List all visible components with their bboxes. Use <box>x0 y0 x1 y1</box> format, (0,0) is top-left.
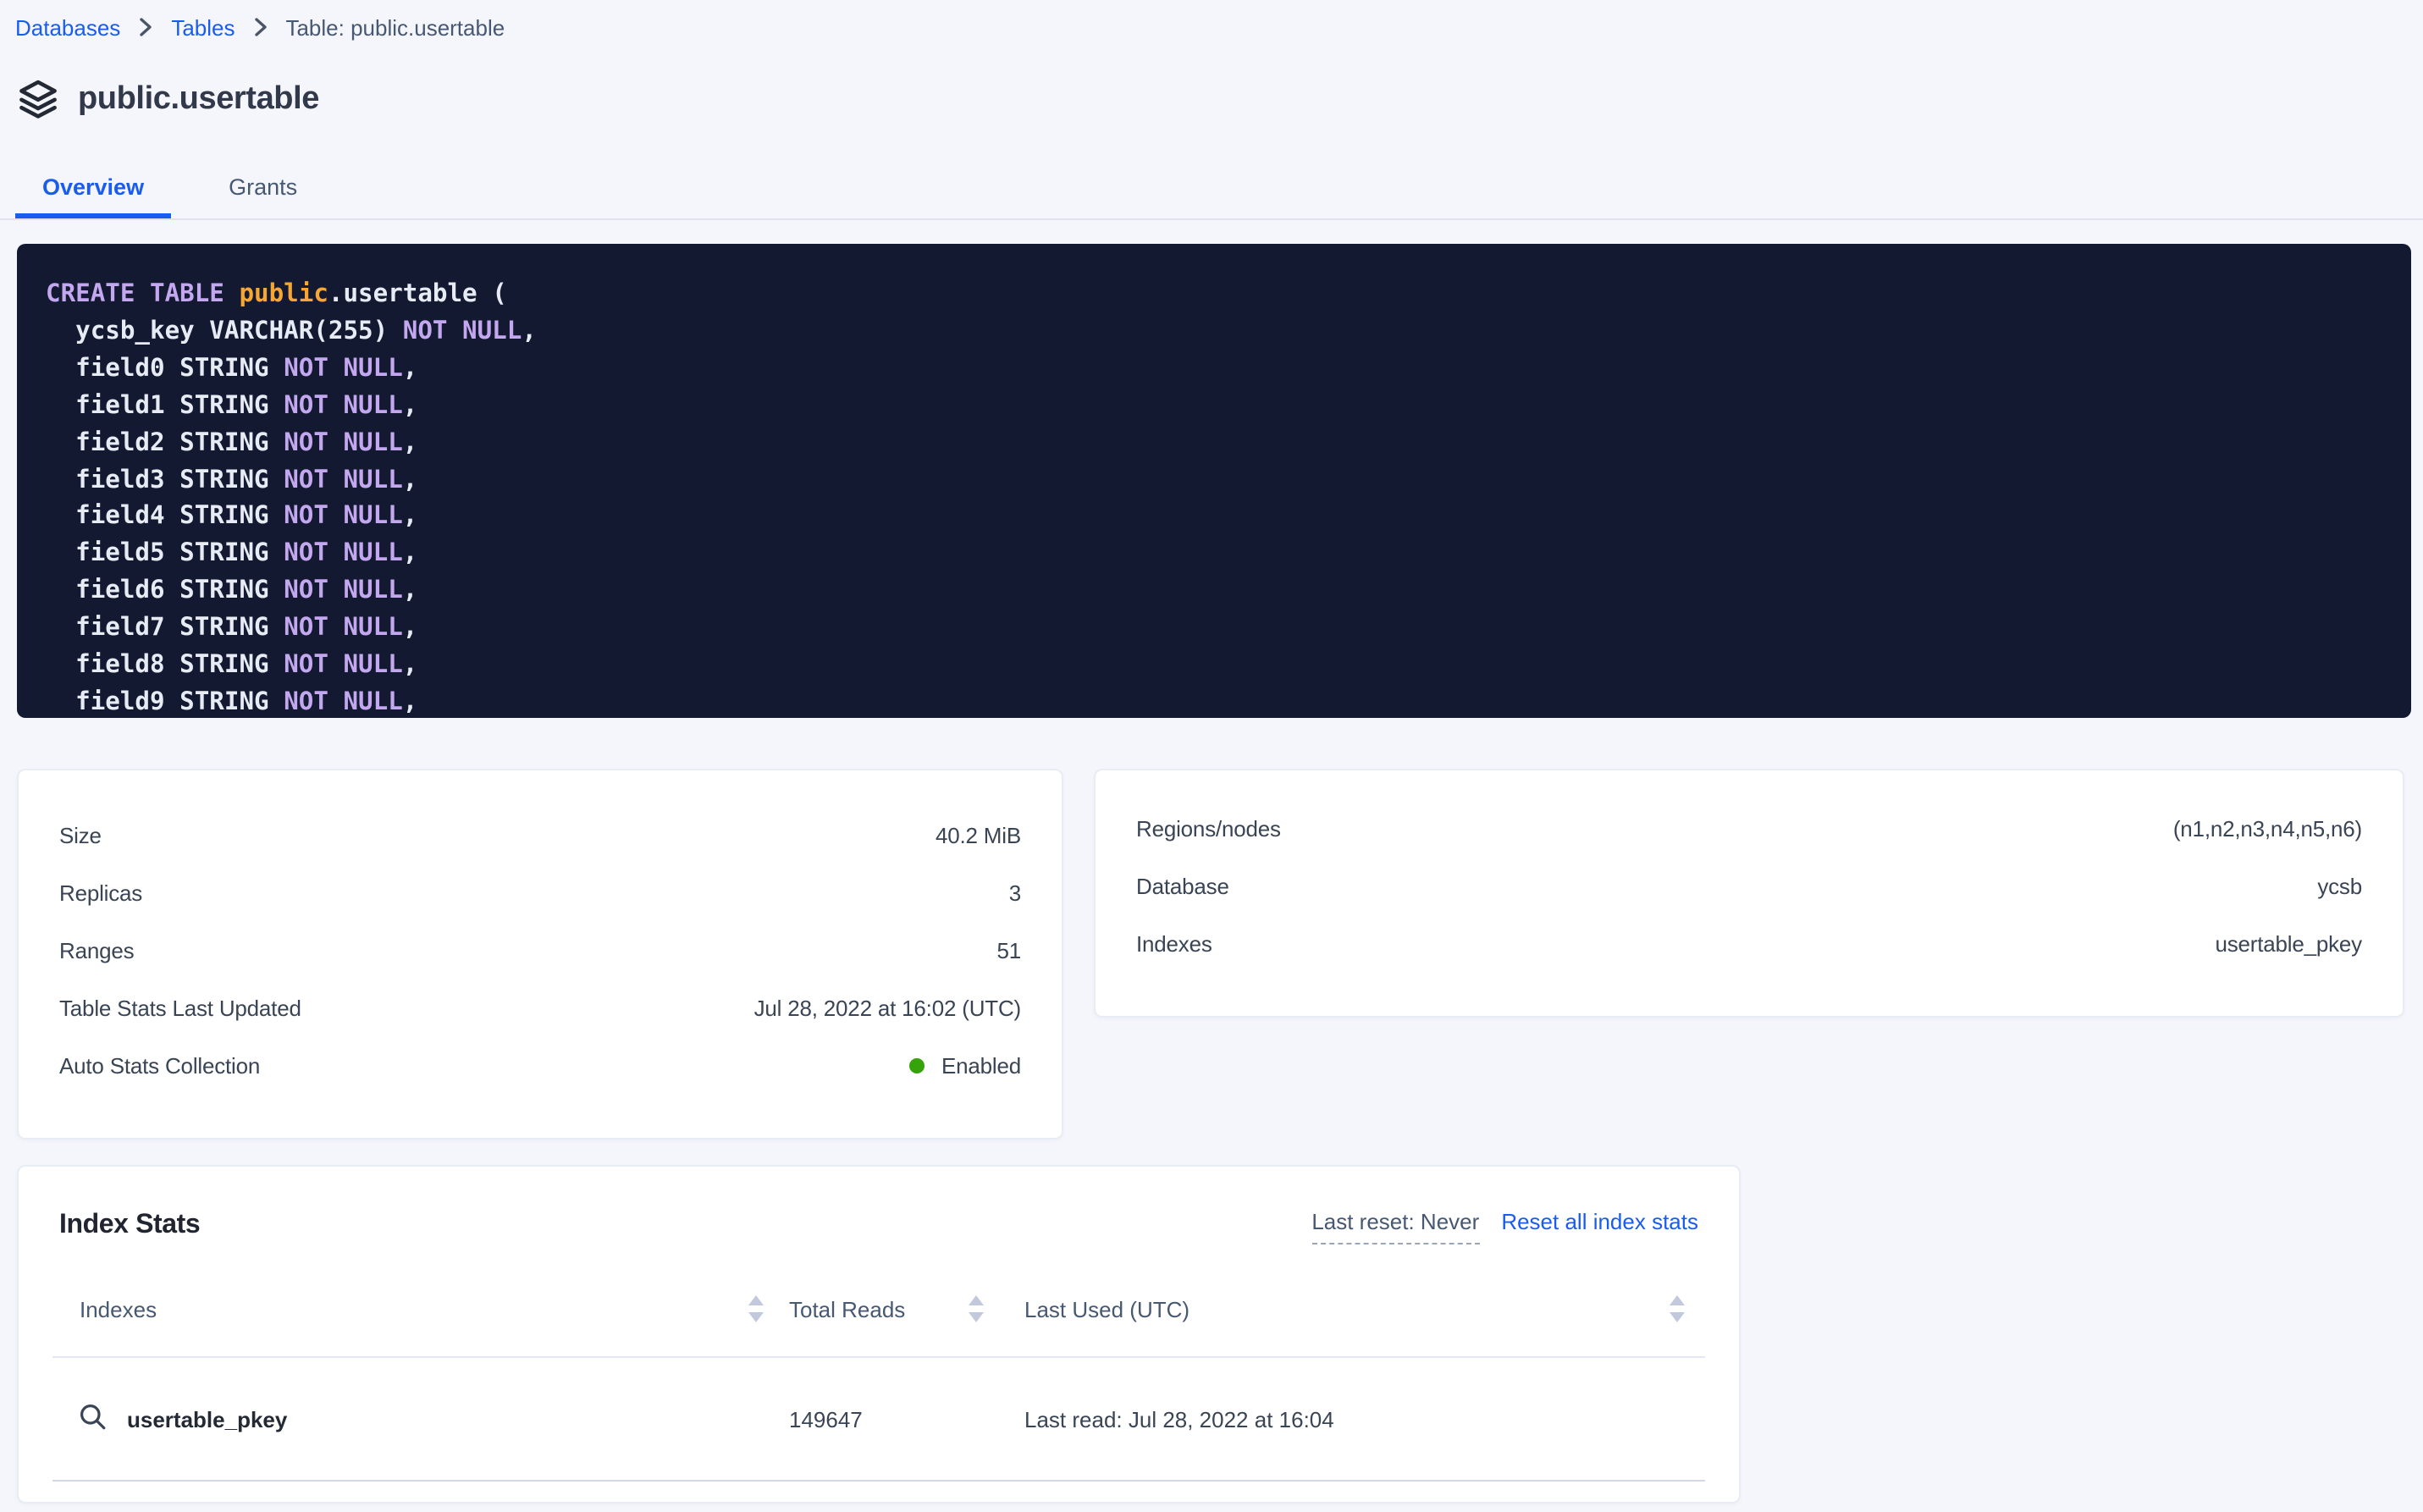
table-header-row: Indexes Total Reads Last Used (UTC) <box>52 1261 1705 1358</box>
sql-code-block: CREATE TABLE public.usertable ( ycsb_key… <box>17 244 2411 718</box>
detail-row-auto-stats: Auto Stats Collection Enabled <box>59 1036 1021 1094</box>
detail-label: Table Stats Last Updated <box>59 995 301 1020</box>
breadcrumb: Databases Tables Table: public.usertable <box>0 0 2423 44</box>
sort-icon[interactable] <box>1670 1295 1685 1322</box>
status-text: Enabled <box>941 1052 1021 1078</box>
index-stats-title: Index Stats <box>59 1209 200 1243</box>
detail-label: Size <box>59 822 102 847</box>
breadcrumb-link-tables[interactable]: Tables <box>171 14 235 40</box>
index-name: usertable_pkey <box>127 1406 287 1432</box>
column-header-indexes[interactable]: Indexes <box>52 1295 764 1322</box>
page-title: public.usertable <box>78 80 319 118</box>
detail-row-ranges: Ranges 51 <box>59 921 1021 979</box>
column-label: Total Reads <box>789 1296 905 1322</box>
breadcrumb-link-databases[interactable]: Databases <box>15 14 120 40</box>
table-location-card: Regions/nodes (n1,n2,n3,n4,n5,n6) Databa… <box>1094 769 2404 1018</box>
detail-label: Ranges <box>59 937 134 963</box>
detail-row-database: Database ycsb <box>1136 857 2362 914</box>
tab-grants[interactable]: Grants <box>201 163 324 218</box>
detail-label: Database <box>1136 873 1229 898</box>
column-header-total-reads[interactable]: Total Reads <box>764 1295 984 1322</box>
detail-value: (n1,n2,n3,n4,n5,n6) <box>2173 815 2362 841</box>
sql-code: CREATE TABLE public.usertable ( ycsb_key… <box>46 276 2394 718</box>
breadcrumb-current: Table: public.usertable <box>285 14 505 40</box>
detail-value: usertable_pkey <box>2215 930 2362 956</box>
detail-value: ycsb <box>2317 873 2362 898</box>
detail-row-size: Size 40.2 MiB <box>59 806 1021 864</box>
index-stats-header: Index Stats Last reset: Never Reset all … <box>19 1167 1739 1244</box>
details-cards: Size 40.2 MiB Replicas 3 Ranges 51 Table… <box>17 769 2411 1140</box>
status-dot-enabled-icon <box>909 1057 924 1073</box>
detail-label: Indexes <box>1136 930 1212 956</box>
table-row: usertable_pkey 149647 Last read: Jul 28,… <box>52 1358 1705 1482</box>
chevron-right-icon <box>253 17 267 37</box>
index-stats-card: Index Stats Last reset: Never Reset all … <box>17 1165 1741 1504</box>
status-badge: Enabled <box>909 1052 1021 1078</box>
detail-row-indexes: Indexes usertable_pkey <box>1136 914 2362 972</box>
column-header-last-used[interactable]: Last Used (UTC) <box>984 1295 1705 1322</box>
table-details-card: Size 40.2 MiB Replicas 3 Ranges 51 Table… <box>17 769 1063 1140</box>
last-used-value: Last read: Jul 28, 2022 at 16:04 <box>1024 1406 1334 1432</box>
page-header: public.usertable <box>17 76 2423 122</box>
column-label: Indexes <box>80 1296 157 1322</box>
search-icon <box>80 1403 107 1435</box>
detail-row-replicas: Replicas 3 <box>59 864 1021 921</box>
index-stats-table: Indexes Total Reads Last Used (UTC) <box>52 1261 1705 1482</box>
detail-value: 40.2 MiB <box>936 822 1021 847</box>
detail-value: 51 <box>996 937 1021 963</box>
column-label: Last Used (UTC) <box>1024 1296 1189 1322</box>
reset-index-stats-link[interactable]: Reset all index stats <box>1501 1209 1698 1234</box>
index-name-cell[interactable]: usertable_pkey <box>52 1403 764 1435</box>
chevron-right-icon <box>139 17 152 37</box>
detail-label: Regions/nodes <box>1136 815 1281 841</box>
tab-bar: Overview Grants <box>0 163 2423 220</box>
total-reads-value: 149647 <box>789 1406 863 1432</box>
detail-row-stats-updated: Table Stats Last Updated Jul 28, 2022 at… <box>59 979 1021 1036</box>
sort-icon[interactable] <box>748 1295 764 1322</box>
last-used-cell: Last read: Jul 28, 2022 at 16:04 <box>984 1406 1705 1432</box>
page: Databases Tables Table: public.usertable… <box>0 0 2423 1512</box>
detail-label: Replicas <box>59 880 142 905</box>
sort-icon[interactable] <box>969 1295 984 1322</box>
table-stack-icon <box>17 78 59 120</box>
detail-label: Auto Stats Collection <box>59 1052 260 1078</box>
tab-overview[interactable]: Overview <box>15 163 171 218</box>
detail-value: 3 <box>1009 880 1021 905</box>
detail-row-regions: Regions/nodes (n1,n2,n3,n4,n5,n6) <box>1136 799 2362 857</box>
detail-value: Jul 28, 2022 at 16:02 (UTC) <box>754 995 1021 1020</box>
index-stats-controls: Last reset: Never Reset all index stats <box>1311 1209 1698 1244</box>
total-reads-cell: 149647 <box>764 1406 984 1432</box>
last-reset-text: Last reset: Never <box>1311 1209 1479 1244</box>
